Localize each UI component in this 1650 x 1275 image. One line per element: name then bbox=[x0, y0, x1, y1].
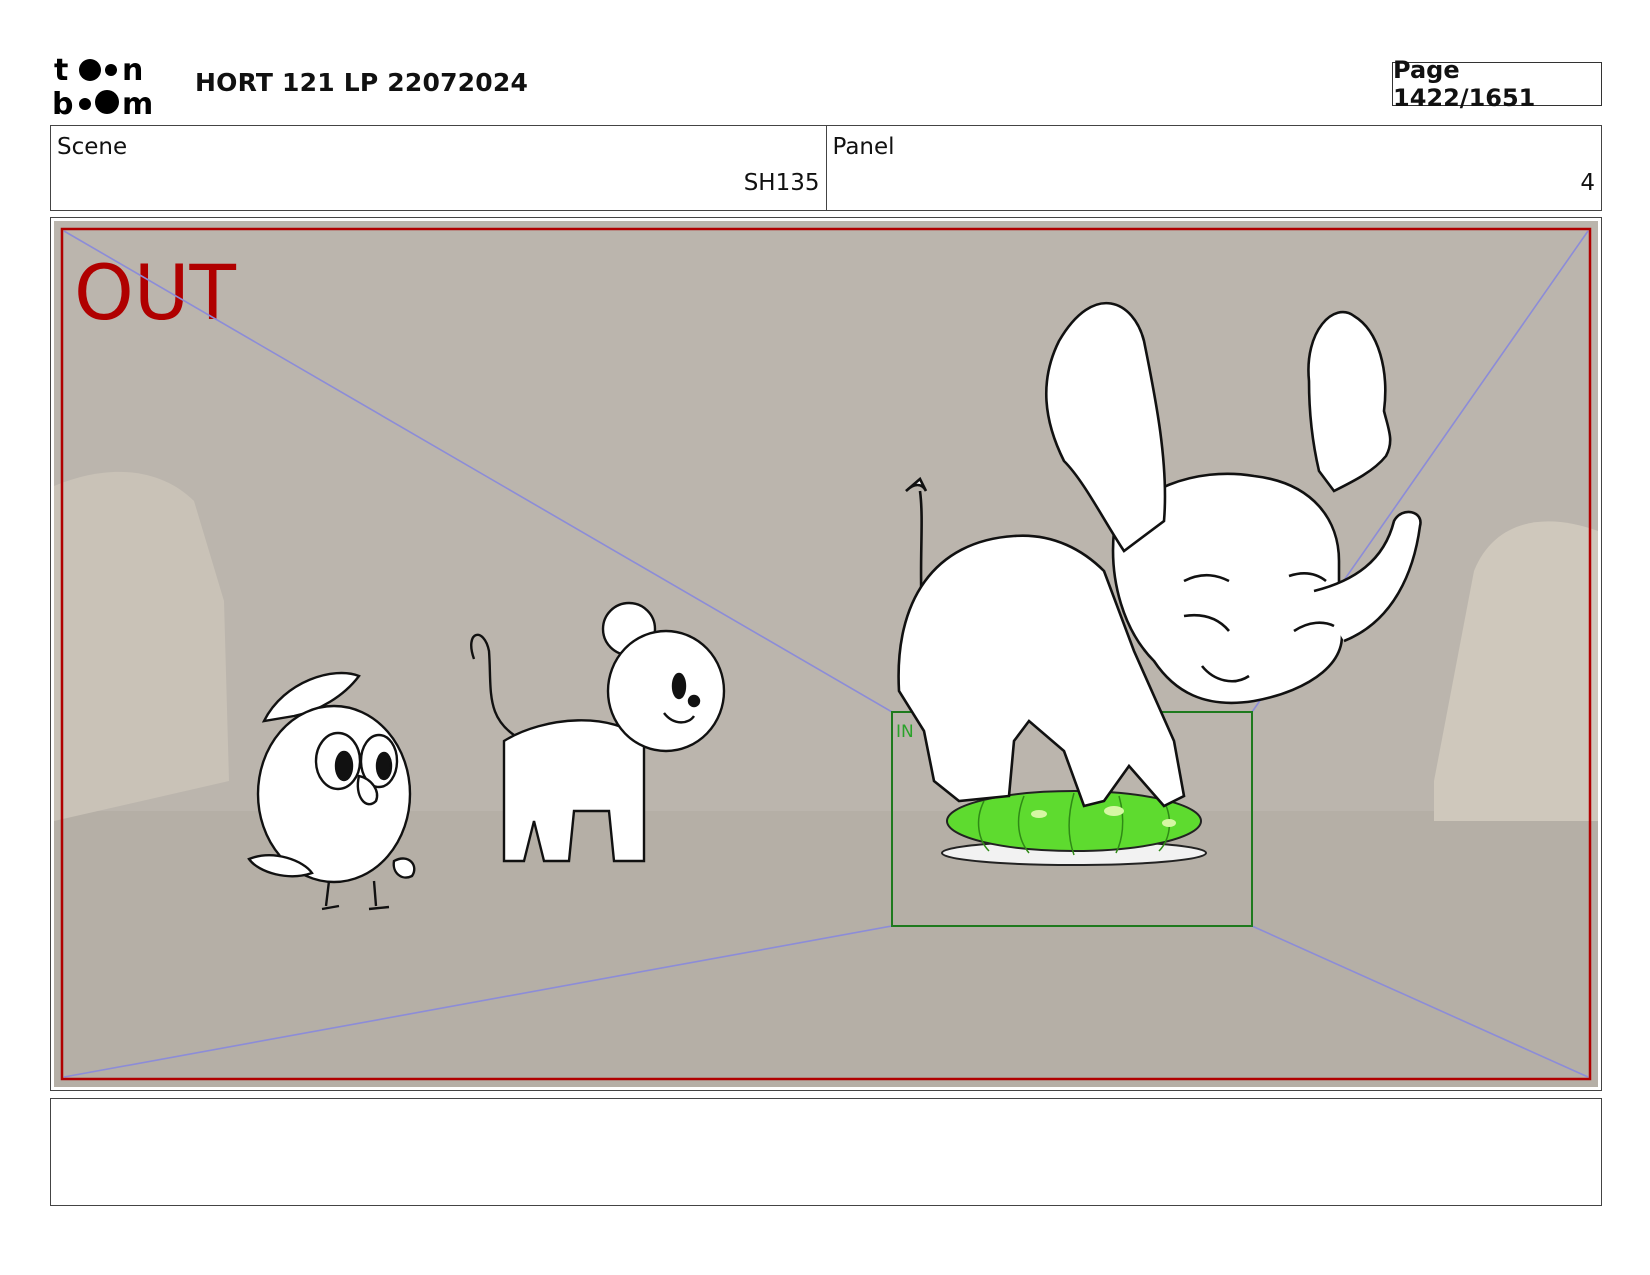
panel-notes bbox=[50, 1098, 1602, 1206]
in-label: IN bbox=[896, 722, 914, 742]
svg-text:b: b bbox=[52, 87, 73, 118]
document-title: HORT 121 LP 22072024 bbox=[195, 68, 529, 97]
svg-text:n: n bbox=[122, 53, 143, 88]
panel-cell: Panel 4 bbox=[825, 126, 1602, 210]
toon-boom-logo: t n b m bbox=[52, 52, 170, 122]
panel-value: 4 bbox=[1580, 170, 1595, 196]
out-label: OUT bbox=[74, 248, 236, 337]
storyboard-panel: OUT IN bbox=[50, 217, 1602, 1091]
page-number: Page 1422/1651 bbox=[1392, 56, 1602, 112]
scene-value: SH135 bbox=[743, 170, 820, 196]
scene-panel-info: Scene SH135 Panel 4 bbox=[50, 125, 1602, 211]
svg-text:m: m bbox=[122, 87, 153, 118]
scene-cell: Scene SH135 bbox=[51, 126, 826, 210]
svg-text:t: t bbox=[54, 53, 68, 88]
panel-label: Panel bbox=[832, 134, 895, 160]
storyboard-drawing: OUT IN bbox=[54, 221, 1598, 1087]
scene-label: Scene bbox=[57, 134, 128, 160]
